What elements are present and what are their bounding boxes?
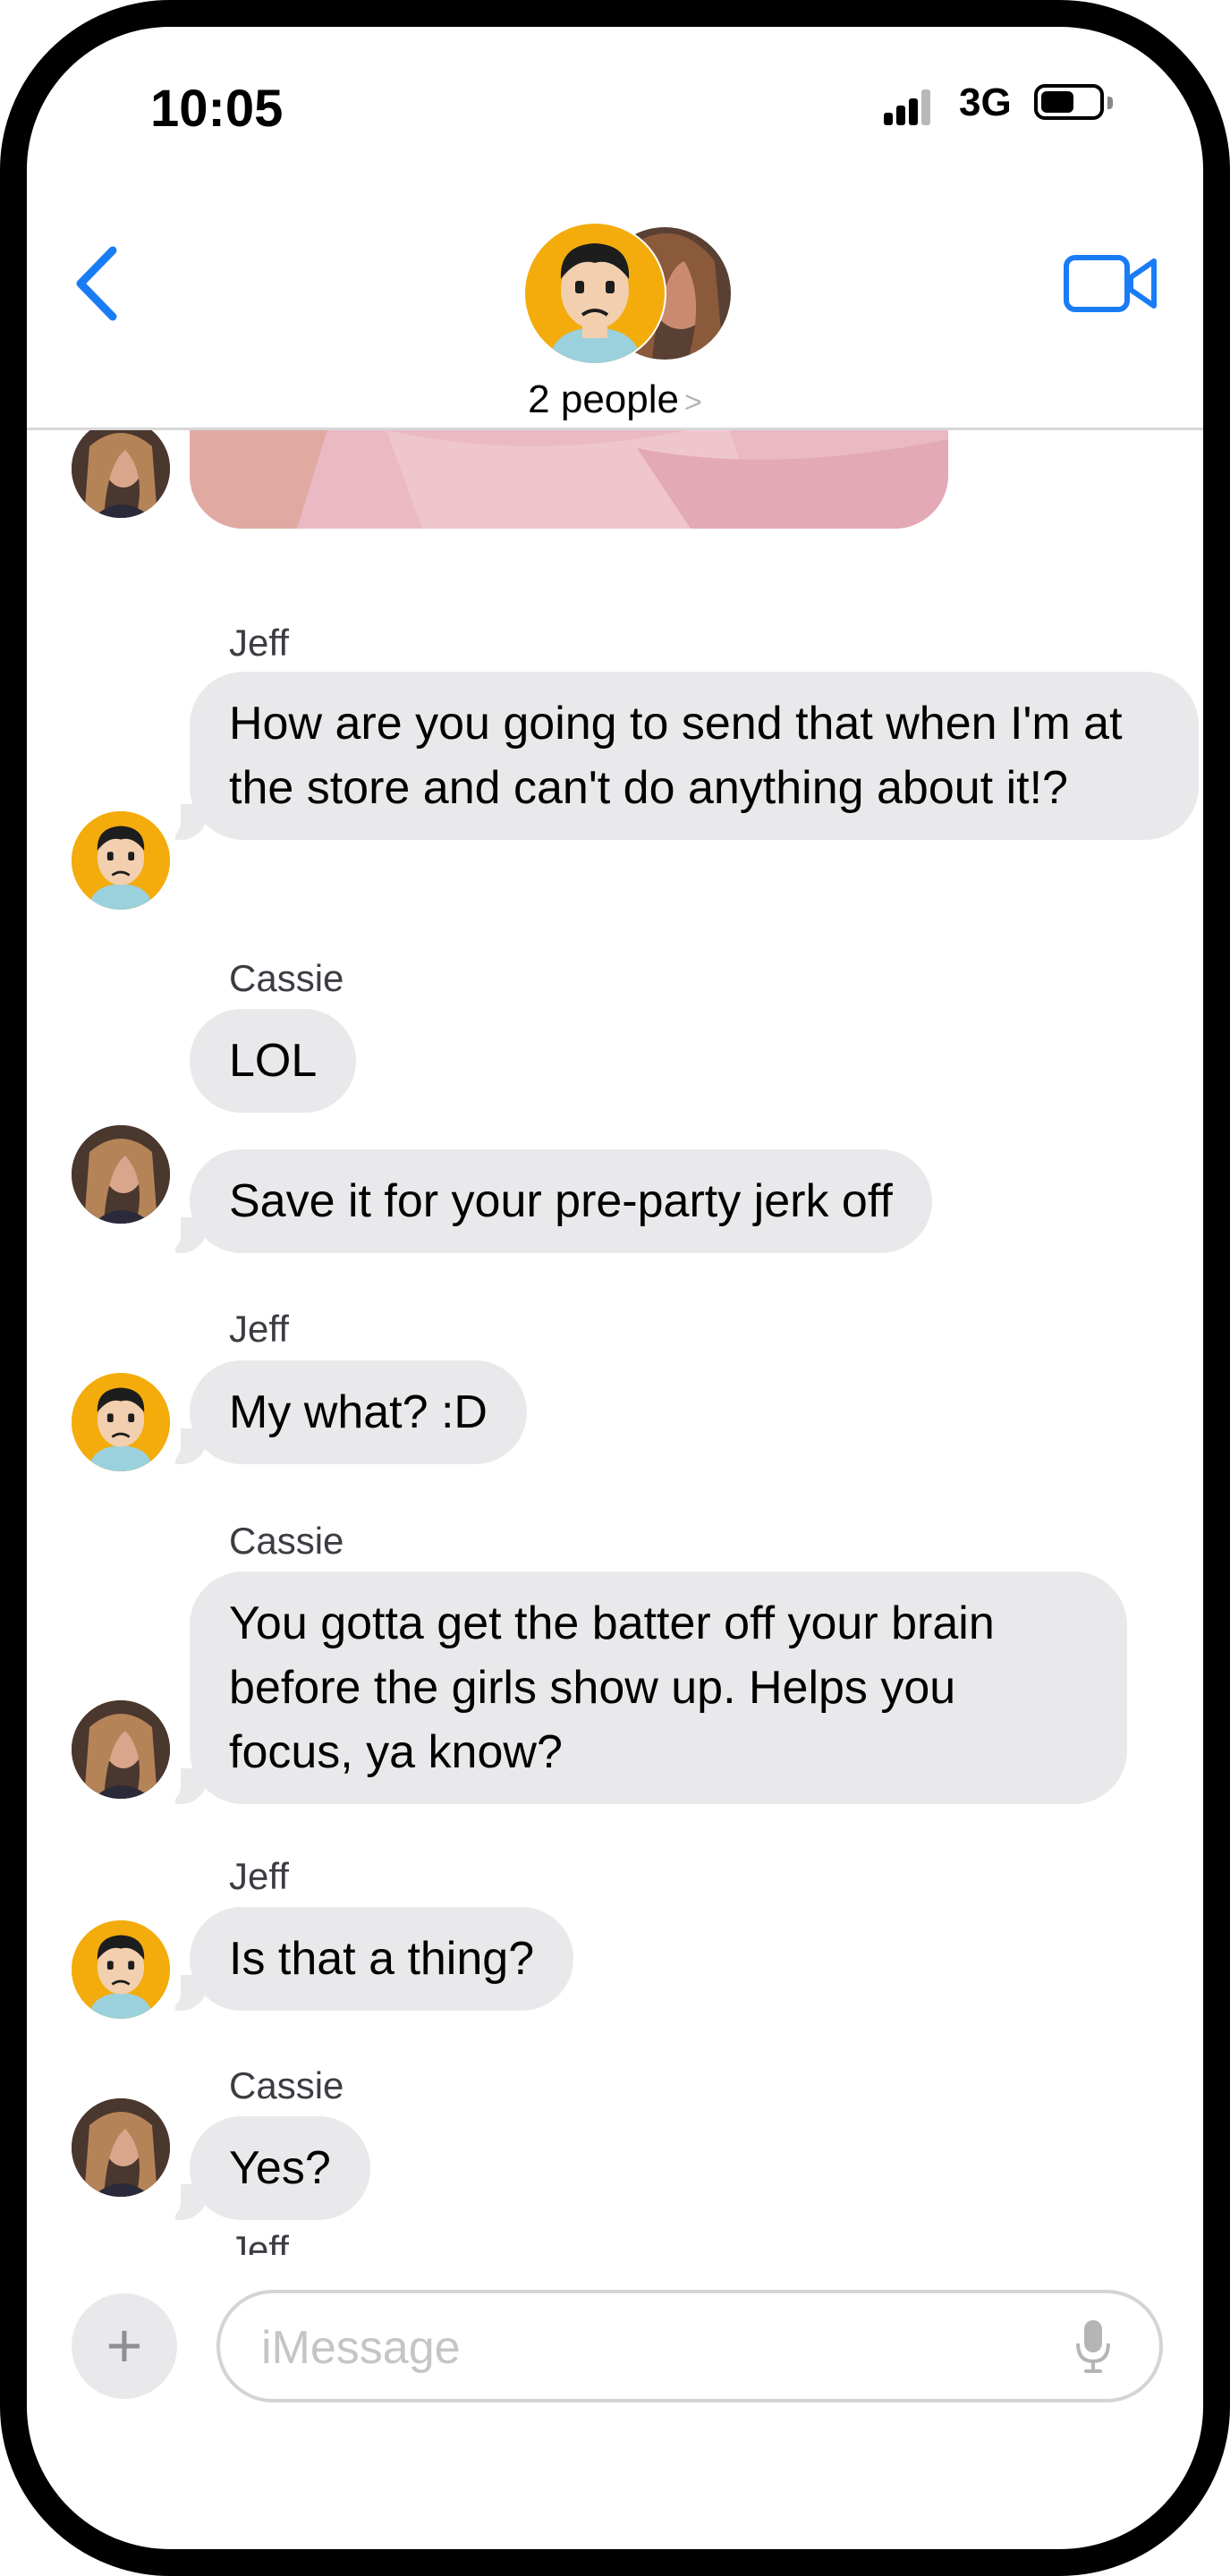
message-list[interactable]: Jeff How are you going to send that when… — [27, 430, 1203, 2255]
jeff-cartoon-icon — [72, 811, 170, 910]
imessage-input[interactable] — [259, 2311, 1032, 2385]
battery-icon — [1034, 84, 1104, 120]
apps-plus-button[interactable]: + — [72, 2293, 177, 2399]
chevron-left-icon — [76, 246, 117, 321]
photo-message[interactable] — [190, 430, 948, 529]
jeff-avatar[interactable] — [72, 1920, 170, 2019]
cassie-photo-icon — [72, 430, 170, 518]
message-text: You gotta get the batter off your brain … — [229, 1597, 995, 1778]
phone-frame: 10:05 3G 2 people > Jeff How are you goi… — [0, 0, 1230, 2576]
message-bubble[interactable]: How are you going to send that when I'm … — [157, 672, 1199, 840]
status-bar: 10:05 3G — [27, 27, 1203, 197]
jeff-cartoon-icon — [72, 1920, 170, 2019]
message-text: How are you going to send that when I'm … — [229, 698, 1123, 814]
jeff-cartoon-icon — [72, 1373, 170, 1471]
chevron-right-icon: > — [683, 386, 702, 419]
group-avatars[interactable] — [523, 222, 738, 365]
network-type: 3G — [959, 80, 1012, 124]
video-camera-icon — [1064, 255, 1157, 312]
cellular-signal-icon — [884, 89, 937, 125]
conversation-header: 2 people > — [27, 197, 1203, 430]
cassie-photo-icon — [72, 2098, 170, 2197]
sender-name: Jeff — [229, 1308, 289, 1350]
imessage-input-box[interactable] — [216, 2290, 1163, 2402]
message-bubble[interactable]: Yes? — [157, 2116, 370, 2220]
group-title[interactable]: 2 people > — [27, 377, 1203, 422]
message-bubble[interactable]: Save it for your pre-party jerk off — [157, 1149, 932, 1253]
jeff-avatar-large — [523, 222, 666, 365]
bubble-tail — [157, 1975, 208, 2011]
message-bubble[interactable]: My what? :D — [157, 1360, 527, 1464]
bubble-tail — [157, 1217, 208, 1253]
sender-name: Jeff — [229, 622, 289, 664]
cassie-photo-icon — [72, 1125, 170, 1224]
message-bubble[interactable]: Is that a thing? — [157, 1907, 574, 2011]
sender-name: Cassie — [229, 1520, 344, 1562]
cassie-avatar[interactable] — [72, 1700, 170, 1799]
status-time: 10:05 — [150, 80, 284, 138]
message-text: Save it for your pre-party jerk off — [229, 1175, 893, 1227]
bubble-tail — [157, 2184, 208, 2220]
message-bubble[interactable]: LOL — [190, 1009, 357, 1113]
message-bubble[interactable]: You gotta get the batter off your brain … — [157, 1572, 1127, 1804]
facetime-video-button[interactable] — [1063, 249, 1161, 320]
message-text: Yes? — [229, 2142, 331, 2194]
sender-name: Cassie — [229, 2064, 344, 2106]
sender-name: Jeff — [229, 2228, 289, 2255]
cassie-photo-icon — [72, 1700, 170, 1799]
message-composer: + — [27, 2290, 1203, 2451]
message-text: My what? :D — [229, 1386, 488, 1438]
bubble-tail — [157, 804, 208, 840]
jeff-avatar[interactable] — [72, 811, 170, 910]
sender-name: Cassie — [229, 957, 344, 999]
bubble-tail — [157, 1768, 208, 1804]
bubble-tail — [157, 1428, 208, 1464]
group-title-text: 2 people — [528, 377, 679, 421]
battery-tip — [1107, 97, 1113, 109]
back-button[interactable] — [66, 243, 129, 324]
sender-name: Jeff — [229, 1855, 289, 1897]
message-text: LOL — [229, 1035, 318, 1087]
cassie-avatar[interactable] — [72, 2098, 170, 2197]
message-text: Is that a thing? — [229, 1933, 535, 1985]
cassie-avatar[interactable] — [72, 1125, 170, 1224]
microphone-icon[interactable] — [1075, 2318, 1111, 2376]
plus-icon: + — [106, 2310, 143, 2380]
photo-content — [190, 430, 948, 529]
cassie-avatar[interactable] — [72, 430, 170, 518]
jeff-avatar[interactable] — [72, 1373, 170, 1471]
